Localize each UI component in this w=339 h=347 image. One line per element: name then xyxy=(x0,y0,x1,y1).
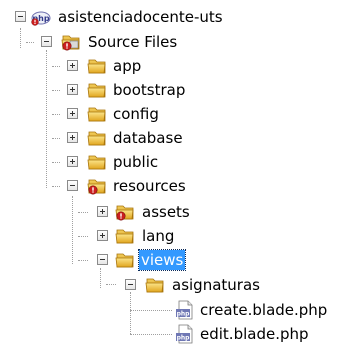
expand-toggle-icon[interactable] xyxy=(67,60,78,71)
tree-node-database[interactable]: database xyxy=(0,127,339,149)
collapse-toggle-icon[interactable] xyxy=(67,180,78,191)
tree-node-label[interactable]: resources xyxy=(111,176,188,196)
expand-toggle-icon[interactable] xyxy=(67,108,78,119)
tree-node-label[interactable]: database xyxy=(111,128,185,148)
folder-error-icon xyxy=(86,176,108,196)
expand-toggle-icon[interactable] xyxy=(97,230,108,241)
php-file-icon: php xyxy=(176,300,193,320)
folder-icon xyxy=(114,250,136,270)
tree-node-assets[interactable]: assets xyxy=(0,201,339,223)
folder-icon xyxy=(86,152,108,172)
tree-node-label[interactable]: lang xyxy=(140,226,176,246)
tree-node-label-selected[interactable]: views xyxy=(137,249,187,271)
folder-icon xyxy=(86,104,108,124)
tree-node-create-file[interactable]: php create.blade.php xyxy=(0,299,339,321)
tree-node-source-files[interactable]: Source Files xyxy=(0,31,339,53)
tree-node-label[interactable]: asistenciadocente-uts xyxy=(56,7,225,27)
tree-node-label[interactable]: asignaturas xyxy=(170,275,262,295)
tree-node-asignaturas[interactable]: asignaturas xyxy=(0,274,339,296)
php-file-icon: php xyxy=(176,324,193,344)
tree-node-config[interactable]: config xyxy=(0,103,339,125)
tree-node-label[interactable]: app xyxy=(111,56,143,76)
collapse-toggle-icon[interactable] xyxy=(15,11,26,22)
tree-node-label[interactable]: create.blade.php xyxy=(198,300,329,320)
folder-icon xyxy=(86,80,108,100)
expand-toggle-icon[interactable] xyxy=(67,132,78,143)
tree-node-label[interactable]: public xyxy=(111,152,160,172)
folder-icon xyxy=(144,275,166,295)
collapse-toggle-icon[interactable] xyxy=(125,279,136,290)
tree-node-label[interactable]: bootstrap xyxy=(111,80,187,100)
tree-node-edit-file[interactable]: php edit.blade.php xyxy=(0,323,339,345)
collapse-toggle-icon[interactable] xyxy=(97,254,108,265)
folder-icon xyxy=(86,56,108,76)
tree-node-app[interactable]: app xyxy=(0,55,339,77)
tree-node-public[interactable]: public xyxy=(0,151,339,173)
tree-node-resources[interactable]: resources xyxy=(0,175,339,197)
tree-node-lang[interactable]: lang xyxy=(0,225,339,247)
folder-error-icon xyxy=(114,202,136,222)
php-project-icon: php xyxy=(31,11,51,26)
tree-node-label[interactable]: Source Files xyxy=(86,32,179,52)
tree-node-label[interactable]: edit.blade.php xyxy=(198,324,311,344)
tree-node-label[interactable]: config xyxy=(111,104,161,124)
source-package-icon xyxy=(60,32,82,52)
folder-icon xyxy=(86,128,108,148)
project-tree: php asistenciadocente-uts Source Files a… xyxy=(0,0,339,347)
svg-text:php: php xyxy=(177,311,191,318)
expand-toggle-icon[interactable] xyxy=(67,84,78,95)
tree-node-project[interactable]: php asistenciadocente-uts xyxy=(0,6,339,28)
folder-icon xyxy=(114,226,136,246)
tree-node-bootstrap[interactable]: bootstrap xyxy=(0,79,339,101)
svg-text:php: php xyxy=(177,335,191,342)
tree-node-label[interactable]: assets xyxy=(140,202,192,222)
tree-node-views[interactable]: views xyxy=(0,249,339,271)
expand-toggle-icon[interactable] xyxy=(97,206,108,217)
expand-toggle-icon[interactable] xyxy=(67,156,78,167)
collapse-toggle-icon[interactable] xyxy=(41,36,52,47)
